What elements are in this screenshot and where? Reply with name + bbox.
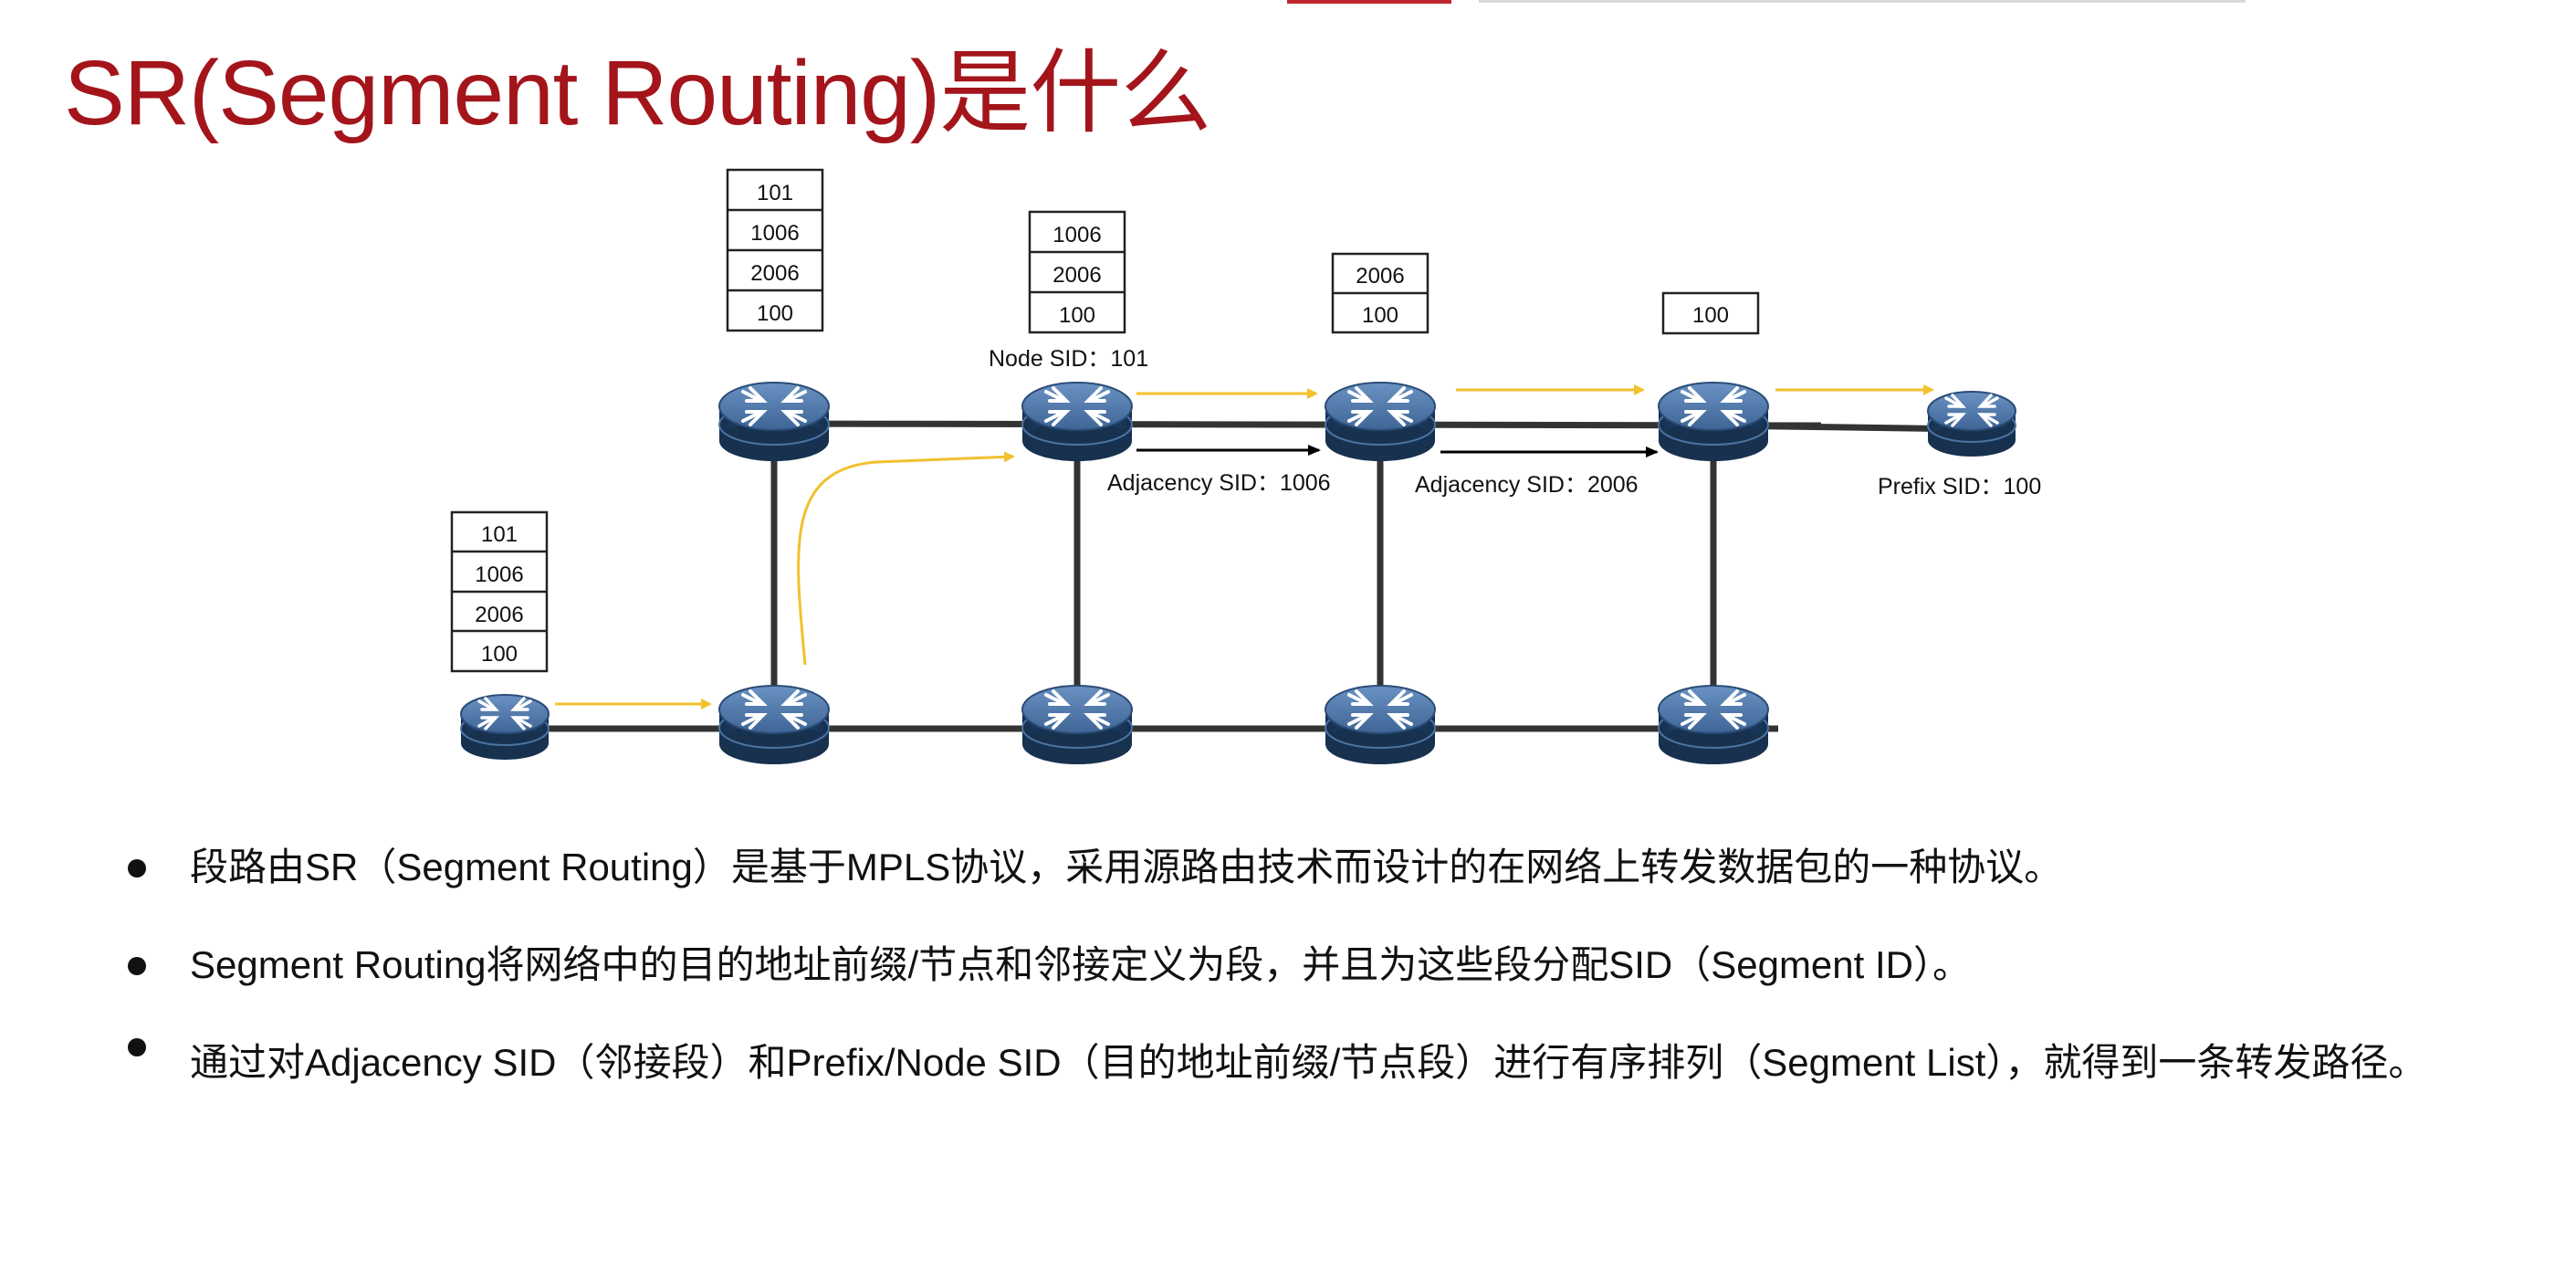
bullet-text: 段路由SR（Segment Routing）是基于MPLS协议，采用源路由技术而… xyxy=(190,846,2063,888)
stack-d-label-0: 2006 xyxy=(1356,264,1404,289)
stack-c-label-2: 100 xyxy=(1059,303,1095,328)
sr-network-diagram: 101 1006 2006 100 101 1006 2006 100 1006… xyxy=(450,168,2041,766)
stack-a-label-1: 1006 xyxy=(475,562,523,587)
stack-a-label-0: 101 xyxy=(481,522,518,547)
bullet-text: 通过对Adjacency SID（邻接段）和Prefix/Node SID（目的… xyxy=(190,1041,2427,1084)
router-top-4 xyxy=(1657,381,1770,463)
bullet-item: 通过对Adjacency SID（邻接段）和Prefix/Node SID（目的… xyxy=(128,1019,2538,1107)
forward-arrow-2 xyxy=(797,451,1015,666)
node-sid-label: Node SID：101 xyxy=(989,346,1148,372)
router-bottom-4 xyxy=(1657,684,1770,766)
router-destination xyxy=(1926,390,2017,458)
router-bottom-1 xyxy=(717,684,831,766)
bullet-item: Segment Routing将网络中的目的地址前缀/节点和邻接定义为段，并且为… xyxy=(128,938,2538,993)
stack-b-label-3: 100 xyxy=(757,301,793,326)
stack-a-label-2: 2006 xyxy=(475,603,523,627)
router-top-2 xyxy=(1021,381,1134,463)
stack-b-label-1: 1006 xyxy=(750,221,799,246)
router-source xyxy=(459,693,550,762)
bullet-list: 段路由SR（Segment Routing）是基于MPLS协议，采用源路由技术而… xyxy=(128,840,2538,1150)
stack-e-label-0: 100 xyxy=(1692,303,1729,328)
stack-b-label-0: 101 xyxy=(757,181,793,205)
prefix-sid-label: Prefix SID：100 xyxy=(1878,474,2041,499)
bullet-dot xyxy=(128,859,146,877)
router-top-1 xyxy=(717,381,831,463)
stack-a-label-3: 100 xyxy=(481,642,518,667)
router-top-3 xyxy=(1324,381,1437,463)
bullet-dot xyxy=(128,1038,146,1056)
adjacency-sid-1006-label: Adjacency SID：1006 xyxy=(1107,470,1331,496)
router-bottom-2 xyxy=(1021,684,1134,766)
stack-b-label-2: 2006 xyxy=(750,261,799,286)
router-bottom-3 xyxy=(1324,684,1437,766)
bullet-item: 段路由SR（Segment Routing）是基于MPLS协议，采用源路由技术而… xyxy=(128,840,2538,895)
stack-c-label-1: 2006 xyxy=(1052,263,1101,288)
stack-c-label-0: 1006 xyxy=(1052,223,1101,247)
adjacency-sid-2006-label: Adjacency SID：2006 xyxy=(1415,472,1639,498)
bullet-text: Segment Routing将网络中的目的地址前缀/节点和邻接定义为段，并且为… xyxy=(190,943,1971,986)
bullet-dot xyxy=(128,957,146,975)
stack-d-label-1: 100 xyxy=(1362,303,1398,328)
